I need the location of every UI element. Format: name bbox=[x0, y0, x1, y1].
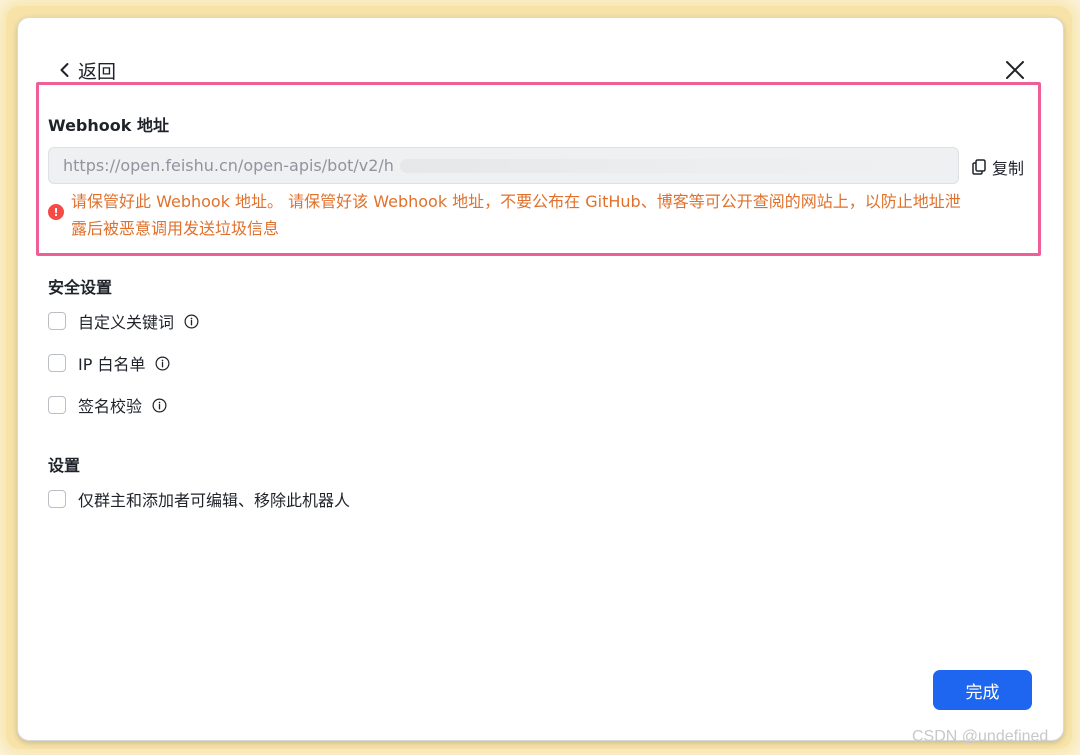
close-icon[interactable] bbox=[1004, 59, 1026, 81]
option-custom-keywords[interactable]: 自定义关键词 bbox=[48, 310, 199, 332]
warning-message: 请保管好此 Webhook 地址。 请保管好该 Webhook 地址，不要公布在… bbox=[71, 188, 1031, 242]
checkbox[interactable] bbox=[48, 396, 66, 414]
back-label: 返回 bbox=[78, 60, 117, 83]
security-settings-title: 安全设置 bbox=[48, 278, 113, 297]
watermark: CSDN @undefined bbox=[912, 728, 1049, 745]
checkbox[interactable] bbox=[48, 490, 66, 508]
copy-button[interactable]: 复制 bbox=[972, 155, 1024, 179]
checkbox[interactable] bbox=[48, 312, 66, 330]
settings-title: 设置 bbox=[48, 456, 81, 475]
done-button[interactable]: 完成 bbox=[933, 670, 1032, 710]
info-icon[interactable] bbox=[184, 314, 199, 329]
option-label: IP 白名单 bbox=[78, 355, 146, 374]
info-icon[interactable] bbox=[155, 356, 170, 371]
option-label: 仅群主和添加者可编辑、移除此机器人 bbox=[78, 491, 351, 510]
webhook-settings-dialog: 返回 Webhook 地址 https://open.feishu.cn/ope… bbox=[17, 17, 1064, 741]
copy-icon bbox=[972, 159, 986, 175]
chevron-left-icon bbox=[60, 63, 69, 77]
option-signature-verification[interactable]: 签名校验 bbox=[48, 394, 167, 416]
webhook-url-field[interactable]: https://open.feishu.cn/open-apis/bot/v2/… bbox=[48, 147, 959, 184]
option-ip-whitelist[interactable]: IP 白名单 bbox=[48, 352, 170, 374]
webhook-url-text: https://open.feishu.cn/open-apis/bot/v2/… bbox=[63, 156, 394, 175]
back-button[interactable]: 返回 bbox=[56, 58, 117, 83]
copy-label: 复制 bbox=[992, 159, 1025, 178]
info-icon[interactable] bbox=[152, 398, 167, 413]
option-label: 签名校验 bbox=[78, 397, 143, 416]
option-owner-only-edit[interactable]: 仅群主和添加者可编辑、移除此机器人 bbox=[48, 488, 350, 510]
option-label: 自定义关键词 bbox=[78, 313, 175, 332]
warning-line-1: 请保管好此 Webhook 地址。 请保管好该 Webhook 地址，不要公布在… bbox=[71, 192, 961, 211]
warning-line-2: 露后被恶意调用发送垃圾信息 bbox=[71, 219, 280, 238]
checkbox[interactable] bbox=[48, 354, 66, 372]
blurred-url-remainder bbox=[399, 158, 944, 173]
webhook-label: Webhook 地址 bbox=[48, 116, 169, 135]
warning-icon: ! bbox=[48, 204, 64, 220]
